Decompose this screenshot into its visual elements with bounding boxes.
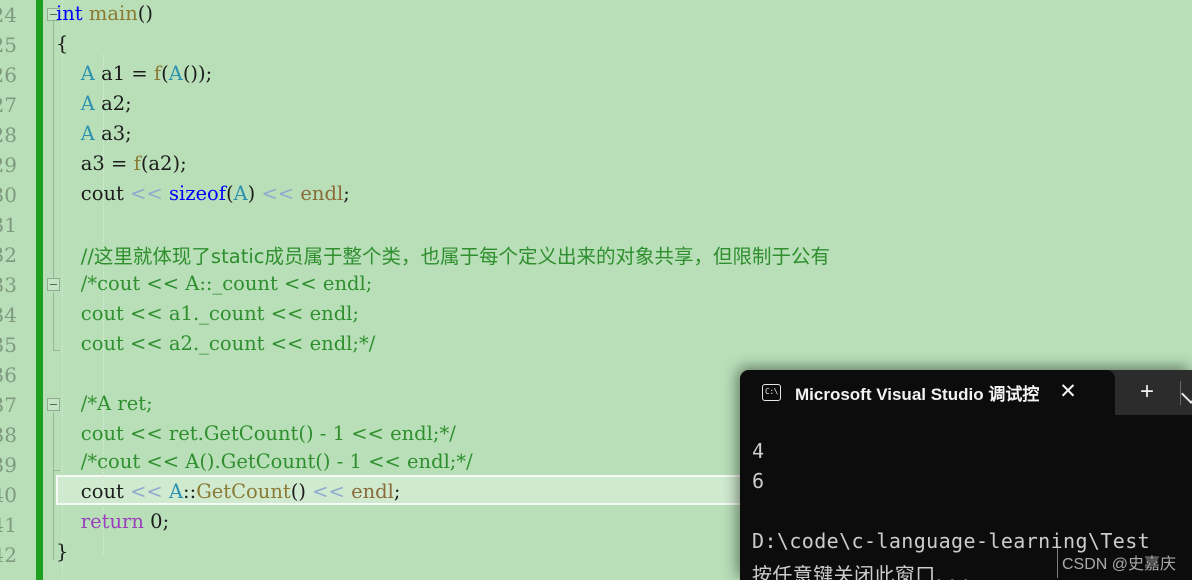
change-indicator-bar xyxy=(36,0,43,580)
code-line[interactable]: A a1 = f(A()); xyxy=(56,62,212,85)
console-icon: C:\ xyxy=(762,384,781,401)
terminal-output-line: 4 xyxy=(752,439,765,463)
line-number: 24 xyxy=(0,3,17,27)
line-number: 38 xyxy=(0,423,17,447)
line-number: 32 xyxy=(0,243,17,267)
code-line[interactable]: a3 = f(a2); xyxy=(56,152,187,175)
line-number: 27 xyxy=(0,93,17,117)
watermark-tick xyxy=(1057,548,1058,578)
line-number: 41 xyxy=(0,513,17,537)
code-line-comment[interactable]: /*cout << A().GetCount() - 1 << endl;*/ xyxy=(56,450,473,473)
line-number: 42 xyxy=(0,543,17,567)
code-line-comment[interactable]: cout << a1._count << endl; xyxy=(56,302,359,325)
line-number: 31 xyxy=(0,213,17,237)
terminal-tab[interactable]: C:\ Microsoft Visual Studio 调试控 ✕ xyxy=(740,370,1115,415)
line-number: 34 xyxy=(0,303,17,327)
code-line-comment[interactable]: /*cout << A::_count << endl; xyxy=(56,272,373,295)
terminal-tab-title: Microsoft Visual Studio 调试控 xyxy=(795,385,1040,404)
line-number: 37 xyxy=(0,393,17,417)
code-line-comment[interactable]: /*A ret; xyxy=(56,392,153,415)
terminal-output-line: 按任意键关闭此窗口. . . xyxy=(752,563,970,580)
line-number: 29 xyxy=(0,153,17,177)
line-number: 28 xyxy=(0,123,17,147)
code-line-comment[interactable]: cout << a2._count << endl;*/ xyxy=(56,332,376,355)
code-line[interactable]: { xyxy=(56,32,68,55)
terminal-title-bar[interactable]: C:\ Microsoft Visual Studio 调试控 ✕ + xyxy=(740,370,1192,415)
line-number: 26 xyxy=(0,63,17,87)
csdn-watermark: CSDN @史嘉庆 xyxy=(1062,556,1177,573)
code-line[interactable] xyxy=(56,212,62,235)
close-icon[interactable]: ✕ xyxy=(1057,381,1079,403)
code-line[interactable]: A a3; xyxy=(56,122,132,145)
new-tab-button[interactable]: + xyxy=(1136,380,1158,404)
line-number: 39 xyxy=(0,453,17,477)
line-number-current: 40 xyxy=(0,483,17,507)
code-line[interactable]: int main() xyxy=(56,2,153,25)
code-line[interactable] xyxy=(56,362,62,385)
terminal-output-line: 6 xyxy=(752,469,765,493)
line-number: 35 xyxy=(0,333,17,357)
line-number: 36 xyxy=(0,363,17,387)
code-line[interactable]: A a2; xyxy=(56,92,132,115)
line-number: 25 xyxy=(0,33,17,57)
console-icon-text: C:\ xyxy=(765,387,778,396)
code-line[interactable]: } xyxy=(56,540,68,563)
chevron-down-icon[interactable] xyxy=(1181,384,1192,404)
code-line[interactable]: return 0; xyxy=(56,510,169,533)
line-number: 30 xyxy=(0,183,17,207)
line-number: 33 xyxy=(0,273,17,297)
code-line[interactable]: cout << sizeof(A) << endl; xyxy=(56,182,350,205)
code-line-comment[interactable]: cout << ret.GetCount() - 1 << endl;*/ xyxy=(56,422,456,445)
terminal-window[interactable]: C:\ Microsoft Visual Studio 调试控 ✕ + 4 6 … xyxy=(740,370,1192,580)
code-line-comment[interactable]: //这里就体现了static成员属于整个类，也属于每个定义出来的对象共享，但限制… xyxy=(56,240,830,269)
code-line-current[interactable]: cout << A::GetCount() << endl; xyxy=(56,480,401,503)
